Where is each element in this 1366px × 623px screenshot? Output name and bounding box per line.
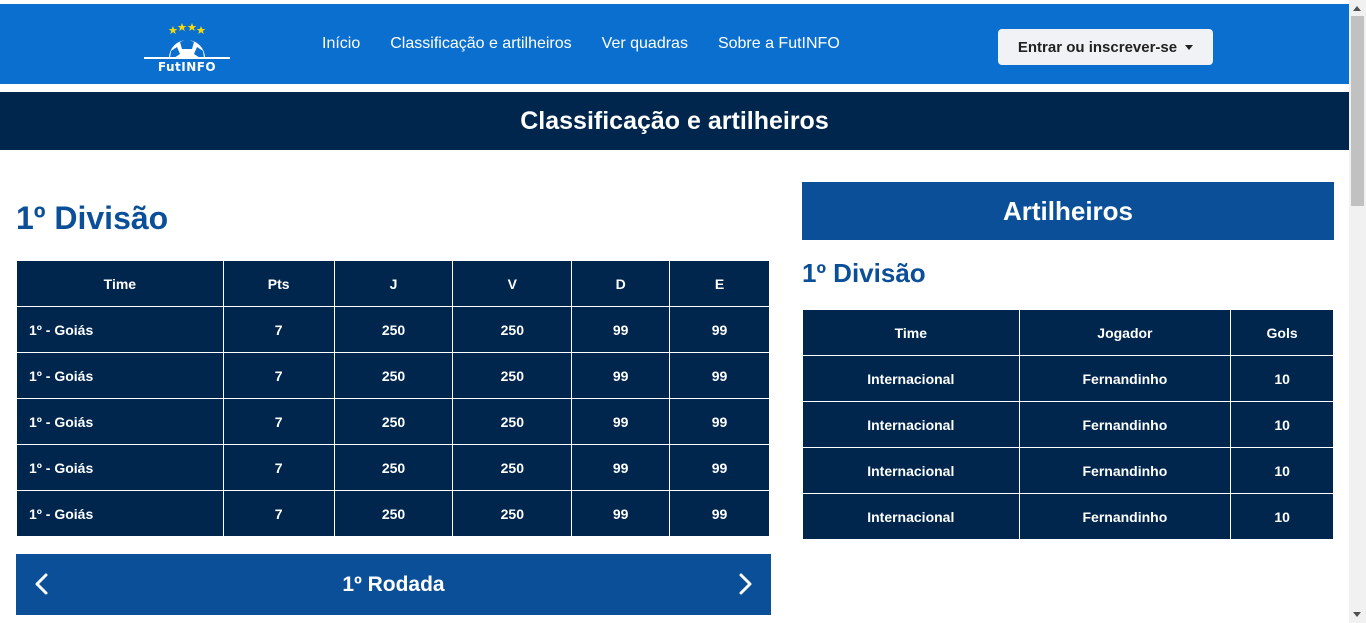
column-header-d: D [571, 260, 671, 307]
chevron-right-icon[interactable] [731, 570, 759, 598]
round-label: 1º Rodada [342, 572, 445, 596]
scrollbar-thumb[interactable] [1351, 16, 1364, 206]
column-header-e: E [669, 260, 770, 307]
column-header-pts: Pts [222, 260, 335, 307]
scorers-header: Artilheiros [802, 182, 1334, 240]
column-header-jogador: Jogador [1018, 309, 1232, 356]
scorers-division-title: 1º Divisão [802, 258, 926, 288]
cell-player: Fernandinho [1018, 493, 1232, 540]
standings-header-row: Time Pts J V D E [16, 260, 770, 307]
cell-pts: 7 [222, 398, 335, 445]
cell-j: 250 [333, 398, 454, 445]
nav-links: Início Classificação e artilheiros Ver q… [322, 4, 840, 84]
cell-player: Fernandinho [1018, 401, 1232, 448]
cell-pts: 7 [222, 444, 335, 491]
table-row: 1º - Goiás 7 250 250 99 99 [16, 306, 770, 353]
cell-j: 250 [333, 352, 454, 399]
table-row: 1º - Goiás 7 250 250 99 99 [16, 352, 770, 399]
nav-link-sobre[interactable]: Sobre a FutINFO [718, 35, 840, 53]
table-row: 1º - Goiás 7 250 250 99 99 [16, 490, 770, 537]
cell-team: 1º - Goiás [16, 444, 224, 491]
scroll-down-arrow-icon[interactable] [1353, 612, 1361, 617]
cell-team: Internacional [802, 447, 1020, 494]
scroll-up-arrow-icon[interactable] [1353, 6, 1361, 11]
cell-j: 250 [333, 490, 454, 537]
scorers-header-row: Time Jogador Gols [802, 309, 1334, 356]
cell-v: 250 [452, 398, 573, 445]
cell-j: 250 [333, 444, 454, 491]
cell-team: Internacional [802, 355, 1020, 402]
cell-goals: 10 [1230, 355, 1334, 402]
cell-d: 99 [571, 352, 671, 399]
page-title-bar: Classificação e artilheiros [0, 92, 1349, 150]
cell-goals: 10 [1230, 493, 1334, 540]
vertical-scrollbar[interactable] [1349, 0, 1366, 623]
nav-link-ver-quadras[interactable]: Ver quadras [602, 35, 688, 53]
nav-link-inicio[interactable]: Início [322, 35, 360, 53]
cell-e: 99 [669, 398, 770, 445]
scorers-title: Artilheiros [1002, 195, 1134, 226]
round-navigator: 1º Rodada [16, 554, 771, 615]
cell-pts: 7 [222, 352, 335, 399]
cell-e: 99 [669, 490, 770, 537]
cell-d: 99 [571, 490, 671, 537]
scorers-table: Time Jogador Gols Internacional Fernandi… [802, 309, 1334, 540]
cell-v: 250 [452, 306, 573, 353]
standings-division-title: 1º Divisão [16, 200, 169, 236]
cell-d: 99 [571, 398, 671, 445]
cell-goals: 10 [1230, 401, 1334, 448]
cell-v: 250 [452, 490, 573, 537]
cell-e: 99 [669, 306, 770, 353]
cell-team: 1º - Goiás [16, 352, 224, 399]
column-header-time: Time [16, 260, 224, 307]
cell-player: Fernandinho [1018, 447, 1232, 494]
logo-ball-icon [144, 23, 230, 59]
table-row: Internacional Fernandinho 10 [802, 401, 1334, 448]
cell-team: 1º - Goiás [16, 398, 224, 445]
navbar: FutINFO Início Classificação e artilheir… [0, 4, 1349, 84]
table-row: Internacional Fernandinho 10 [802, 447, 1334, 494]
cell-goals: 10 [1230, 447, 1334, 494]
column-header-time: Time [802, 309, 1020, 356]
table-row: Internacional Fernandinho 10 [802, 493, 1334, 540]
cell-team: Internacional [802, 401, 1020, 448]
column-header-gols: Gols [1230, 309, 1334, 356]
cell-e: 99 [669, 444, 770, 491]
cell-d: 99 [571, 444, 671, 491]
cell-player: Fernandinho [1018, 355, 1232, 402]
cell-team: 1º - Goiás [16, 306, 224, 353]
table-row: 1º - Goiás 7 250 250 99 99 [16, 444, 770, 491]
page-title: Classificação e artilheiros [520, 106, 829, 135]
cell-pts: 7 [222, 490, 335, 537]
logo-text: FutINFO [157, 60, 217, 74]
futinfo-logo[interactable]: FutINFO [140, 20, 234, 80]
cell-v: 250 [452, 444, 573, 491]
nav-link-classificacao[interactable]: Classificação e artilheiros [390, 35, 571, 53]
standings-table: Time Pts J V D E 1º - Goiás 7 250 250 99… [16, 260, 770, 537]
cell-e: 99 [669, 352, 770, 399]
table-row: Internacional Fernandinho 10 [802, 355, 1334, 402]
table-row: 1º - Goiás 7 250 250 99 99 [16, 398, 770, 445]
cell-team: 1º - Goiás [16, 490, 224, 537]
cell-pts: 7 [222, 306, 335, 353]
cell-v: 250 [452, 352, 573, 399]
cell-team: Internacional [802, 493, 1020, 540]
cell-j: 250 [333, 306, 454, 353]
login-dropdown-button[interactable]: Entrar ou inscrever-se [998, 29, 1213, 65]
login-button-label: Entrar ou inscrever-se [1017, 38, 1178, 56]
page: FutINFO Início Classificação e artilheir… [0, 0, 1349, 623]
cell-d: 99 [571, 306, 671, 353]
chevron-left-icon[interactable] [28, 570, 56, 598]
column-header-j: J [333, 260, 454, 307]
column-header-v: V [452, 260, 573, 307]
caret-down-icon [1185, 44, 1194, 50]
